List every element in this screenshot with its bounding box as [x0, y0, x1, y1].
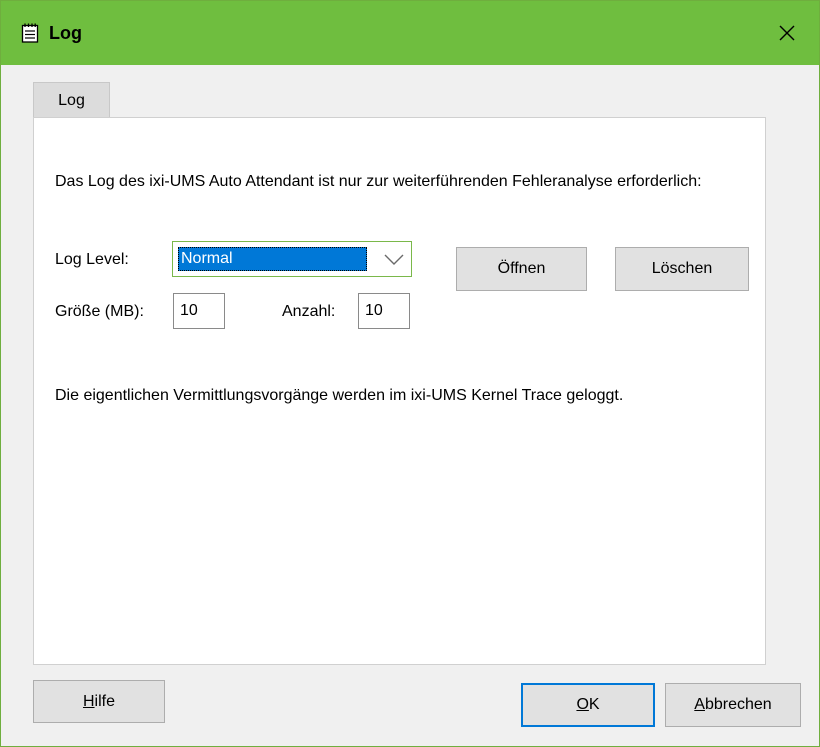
notepad-icon [21, 23, 39, 43]
count-label: Anzahl: [282, 303, 336, 320]
log-level-value: Normal [178, 247, 367, 271]
chevron-down-icon [384, 254, 404, 265]
window-title: Log [49, 23, 82, 43]
help-label-rest: ilfe [94, 692, 115, 710]
cancel-accel: A [694, 696, 705, 713]
close-icon [779, 25, 795, 41]
count-input[interactable]: 10 [358, 293, 410, 329]
help-button[interactable]: Hilfe [33, 680, 165, 723]
tab-log[interactable]: Log [33, 82, 110, 118]
ok-label-rest: K [588, 696, 600, 713]
log-dialog: Log Log Das Log des ixi-UMS Auto Attenda… [0, 0, 820, 747]
help-accel: H [82, 692, 95, 710]
title-bar: Log [1, 1, 819, 65]
ok-accel: O [576, 696, 589, 713]
delete-button[interactable]: Löschen [615, 247, 749, 291]
cancel-button[interactable]: Abbrechen [665, 683, 801, 727]
size-label: Größe (MB): [55, 303, 144, 320]
log-description: Das Log des ixi-UMS Auto Attendant ist n… [55, 173, 702, 190]
size-input[interactable]: 10 [173, 293, 225, 329]
close-button[interactable] [755, 1, 819, 65]
ok-button[interactable]: OK [521, 683, 655, 727]
cancel-label-rest: bbrechen [704, 696, 772, 713]
open-button[interactable]: Öffnen [456, 247, 587, 291]
log-level-label: Log Level: [55, 251, 129, 268]
kernel-trace-note: Die eigentlichen Vermittlungsvorgänge we… [55, 387, 624, 404]
log-level-select[interactable]: Normal [172, 241, 412, 277]
